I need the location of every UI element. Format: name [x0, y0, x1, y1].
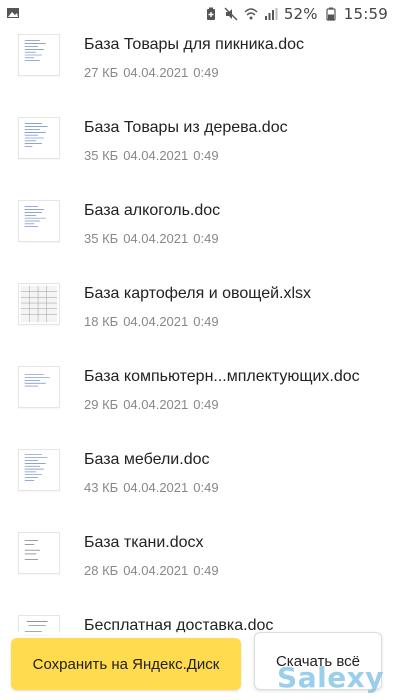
- file-time: 0:49: [193, 148, 219, 163]
- clock: 15:59: [343, 5, 388, 23]
- status-icons: 52% 15:59: [204, 4, 388, 24]
- file-size: 35 КБ: [84, 148, 119, 163]
- file-time: 0:49: [193, 314, 219, 329]
- file-name: База ткани.docx: [84, 534, 204, 551]
- file-meta: 29 КБ 04.04.2021 0:49: [84, 397, 224, 412]
- file-meta: 35 КБ 04.04.2021 0:49: [84, 231, 224, 246]
- mute-icon: [224, 7, 238, 21]
- file-item[interactable]: База ткани.docx 28 КБ 04.04.2021 0:49: [0, 532, 394, 616]
- file-name: База компьютерн...мплектующих.doc: [84, 368, 360, 385]
- file-time: 0:49: [193, 397, 219, 412]
- wifi-icon: [244, 7, 258, 21]
- file-item[interactable]: База Товары для пикника.doc 27 КБ 04.04.2…: [0, 34, 394, 118]
- file-size: 29 КБ: [84, 397, 119, 412]
- doc-thumbnail: [18, 449, 60, 491]
- file-meta: 43 КБ 04.04.2021 0:49: [84, 480, 224, 495]
- file-size: 28 КБ: [84, 563, 119, 578]
- file-name: База мебели.doc: [84, 451, 210, 468]
- file-time: 0:49: [193, 480, 219, 495]
- file-time: 0:49: [193, 231, 219, 246]
- doc-preview-icon: [24, 374, 50, 387]
- file-name: База Товары для пикника.doc: [84, 36, 305, 53]
- file-item[interactable]: База алкоголь.doc 35 КБ 04.04.2021 0:49: [0, 200, 394, 284]
- file-date: 04.04.2021: [123, 397, 189, 412]
- screen: База Товары для пикника.doc 27 КБ 04.04.2…: [0, 0, 394, 700]
- file-size: 35 КБ: [84, 231, 119, 246]
- download-all-button[interactable]: Скачать всё: [254, 632, 382, 690]
- doc-thumbnail: [18, 34, 60, 76]
- docx-thumbnail: [18, 532, 60, 574]
- file-meta: 27 КБ 04.04.2021 0:49: [84, 65, 224, 80]
- save-to-yandex-disk-button[interactable]: Сохранить на Яндекс.Диск: [11, 638, 241, 690]
- xlsx-thumbnail: [18, 283, 60, 325]
- gallery-icon: [6, 6, 20, 20]
- doc-thumbnail: [18, 200, 60, 242]
- doc-preview-icon: [24, 40, 46, 61]
- doc-preview-icon: [24, 454, 48, 481]
- file-item[interactable]: База мебели.doc 43 КБ 04.04.2021 0:49: [0, 449, 394, 533]
- file-time: 0:49: [193, 563, 219, 578]
- file-date: 04.04.2021: [123, 480, 189, 495]
- file-date: 04.04.2021: [123, 563, 189, 578]
- file-meta: 35 КБ 04.04.2021 0:49: [84, 148, 224, 163]
- doc-preview-icon: [24, 540, 40, 560]
- file-item[interactable]: База Товары из дерева.doc 35 КБ 04.04.202…: [0, 117, 394, 201]
- file-name: База Товары из дерева.doc: [84, 119, 288, 136]
- battery-icon: [324, 7, 338, 21]
- file-size: 18 КБ: [84, 314, 119, 329]
- file-time: 0:49: [193, 65, 219, 80]
- doc-preview-icon: [24, 123, 48, 147]
- file-date: 04.04.2021: [123, 148, 189, 163]
- battery-saver-icon: [204, 7, 218, 21]
- battery-percent: 52%: [283, 5, 318, 23]
- file-name: База алкоголь.doc: [84, 202, 221, 219]
- file-size: 27 КБ: [84, 65, 119, 80]
- signal-icon: [264, 7, 278, 21]
- doc-thumbnail: [18, 366, 60, 408]
- status-bar: 52% 15:59: [0, 0, 394, 28]
- doc-preview-icon: [24, 206, 46, 227]
- spreadsheet-preview-icon: [20, 285, 58, 323]
- file-item[interactable]: База компьютерн...мплектующих.doc 29 КБ 0…: [0, 366, 394, 450]
- file-date: 04.04.2021: [123, 314, 189, 329]
- file-size: 43 КБ: [84, 480, 119, 495]
- file-date: 04.04.2021: [123, 231, 189, 246]
- file-date: 04.04.2021: [123, 65, 189, 80]
- bottom-action-bar: Сохранить на Яндекс.Диск Скачать всё: [0, 632, 394, 700]
- doc-thumbnail: [18, 117, 60, 159]
- file-meta: 18 КБ 04.04.2021 0:49: [84, 314, 224, 329]
- file-item[interactable]: База картофеля и овощей.xlsx 18 КБ 04.04.…: [0, 283, 394, 367]
- file-meta: 28 КБ 04.04.2021 0:49: [84, 563, 224, 578]
- file-name: База картофеля и овощей.xlsx: [84, 285, 312, 302]
